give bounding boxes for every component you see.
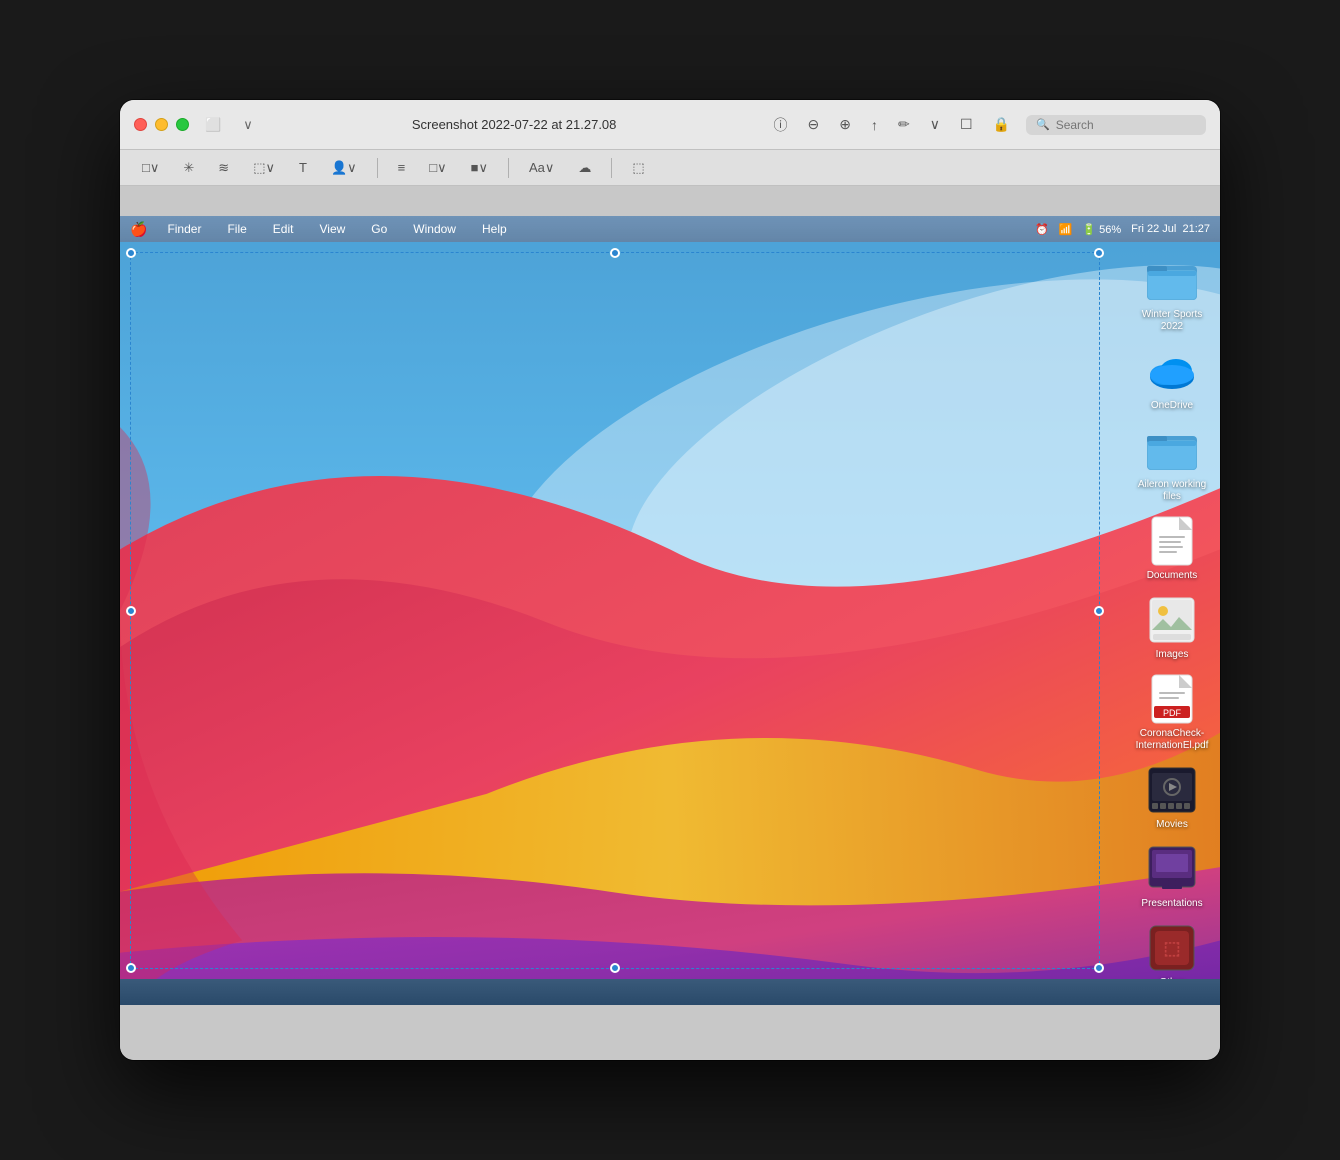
menubar-go[interactable]: Go bbox=[365, 220, 393, 238]
desktop-icon-movies[interactable]: Movies bbox=[1132, 760, 1212, 835]
magic-wand-button[interactable]: ✳ bbox=[175, 157, 202, 179]
share-icon[interactable]: ↑ bbox=[867, 113, 882, 137]
menubar-edit[interactable]: Edit bbox=[267, 220, 300, 238]
border-button[interactable]: □∨ bbox=[421, 157, 454, 179]
desktop-icon-coronacheck[interactable]: PDF CoronaCheck-InternationEl.pdf bbox=[1132, 669, 1212, 756]
mac-dock-bar bbox=[120, 979, 1220, 1005]
svg-text:⬚: ⬚ bbox=[1163, 938, 1180, 958]
rect-select-button[interactable]: □∨ bbox=[134, 157, 167, 179]
date-time: Fri 22 Jul 21:27 bbox=[1131, 223, 1210, 235]
align-button[interactable]: ≡ bbox=[390, 157, 414, 178]
battery-icon: 🔋 56% bbox=[1082, 223, 1121, 236]
search-icon: 🔍 bbox=[1036, 118, 1050, 131]
crop-button[interactable]: ⬚ bbox=[624, 157, 652, 179]
icon-label-movies: Movies bbox=[1156, 819, 1188, 831]
svg-text:PDF: PDF bbox=[1163, 708, 1182, 718]
person-button[interactable]: 👤∨ bbox=[323, 157, 365, 179]
cloud-icon-onedrive bbox=[1146, 345, 1198, 397]
title-bar: ⬜ ∨ Screenshot 2022-07-22 at 21.27.08 ⓘ … bbox=[120, 100, 1220, 150]
chevron-down-icon[interactable]: ∨ bbox=[237, 115, 259, 135]
window-icon[interactable]: ☐ bbox=[956, 112, 977, 137]
window-title: Screenshot 2022-07-22 at 21.27.08 bbox=[259, 117, 770, 132]
toolbar2: □∨ ✳ ≋ ⬚∨ T 👤∨ ≡ □∨ ■∨ Aa∨ ☁ ⬚ bbox=[120, 150, 1220, 186]
icon-label-documents: Documents bbox=[1147, 570, 1198, 582]
menubar-right: ⏰ 📶 🔋 56% Fri 22 Jul 21:27 bbox=[1035, 223, 1210, 236]
cloud-button[interactable]: ☁ bbox=[570, 157, 599, 179]
gray-area-top bbox=[120, 186, 1220, 216]
icon-label-onedrive: OneDrive bbox=[1151, 400, 1193, 412]
mac-wallpaper: Winter Sports 2022 OneDrive bbox=[120, 242, 1220, 979]
separator1 bbox=[377, 158, 378, 178]
desktop-container: 🍎 Finder File Edit View Go Window Help ⏰… bbox=[120, 216, 1220, 1005]
lock-icon[interactable]: 🔒 bbox=[989, 112, 1014, 137]
zoom-out-icon[interactable]: ⊖ bbox=[804, 112, 824, 137]
icon-label-presentations: Presentations bbox=[1141, 898, 1202, 910]
icon-label-other: Other bbox=[1159, 977, 1184, 979]
desktop-icon-winter-sports[interactable]: Winter Sports 2022 bbox=[1132, 250, 1212, 337]
folder-icon-aileron bbox=[1146, 424, 1198, 476]
movie-icon-movies bbox=[1146, 764, 1198, 816]
icon-label-coronacheck: CoronaCheck-InternationEl.pdf bbox=[1136, 728, 1209, 752]
mac-desktop: 🍎 Finder File Edit View Go Window Help ⏰… bbox=[120, 216, 1220, 1005]
desktop-icon-documents[interactable]: Documents bbox=[1132, 511, 1212, 586]
menubar-finder[interactable]: Finder bbox=[161, 220, 207, 238]
wifi-icon: 📶 bbox=[1059, 223, 1073, 236]
bottom-gray-area bbox=[120, 1005, 1220, 1060]
menubar-file[interactable]: File bbox=[221, 220, 252, 238]
fill-button[interactable]: ■∨ bbox=[463, 157, 496, 179]
toolbar-right: ⓘ ⊖ ⊕ ↑ ✏ ∨ ☐ 🔒 🔍 bbox=[770, 111, 1206, 139]
menubar-view[interactable]: View bbox=[313, 220, 351, 238]
desktop-icon-aileron[interactable]: Aileron working files bbox=[1132, 420, 1212, 507]
text-button[interactable]: T bbox=[291, 157, 315, 178]
apple-menu[interactable]: 🍎 bbox=[130, 221, 147, 238]
mac-window: ⬜ ∨ Screenshot 2022-07-22 at 21.27.08 ⓘ … bbox=[120, 100, 1220, 1060]
photo-icon-images bbox=[1146, 594, 1198, 646]
traffic-lights bbox=[134, 118, 189, 131]
clock-icon: ⏰ bbox=[1035, 223, 1049, 236]
separator2 bbox=[508, 158, 509, 178]
desktop-icon-images[interactable]: Images bbox=[1132, 590, 1212, 665]
presentation-icon bbox=[1146, 843, 1198, 895]
lasso-button[interactable]: ≋ bbox=[210, 157, 237, 179]
search-input[interactable] bbox=[1056, 118, 1196, 132]
sidebar-toggle-button[interactable]: ⬜ bbox=[199, 115, 227, 135]
desktop-icon-other[interactable]: ⬚ Other bbox=[1132, 918, 1212, 979]
info-icon[interactable]: ⓘ bbox=[770, 111, 792, 139]
desktop-icon-presentations[interactable]: Presentations bbox=[1132, 839, 1212, 914]
close-button[interactable] bbox=[134, 118, 147, 131]
desktop-icon-onedrive[interactable]: OneDrive bbox=[1132, 341, 1212, 416]
menubar-window[interactable]: Window bbox=[407, 220, 462, 238]
doc-icon-documents bbox=[1146, 515, 1198, 567]
desktop-icons: Winter Sports 2022 OneDrive bbox=[1132, 250, 1212, 979]
icon-label-winter-sports: Winter Sports 2022 bbox=[1136, 309, 1208, 333]
search-bar[interactable]: 🔍 bbox=[1026, 115, 1206, 135]
separator3 bbox=[611, 158, 612, 178]
icon-label-aileron: Aileron working files bbox=[1136, 479, 1208, 503]
folder-icon-winter-sports bbox=[1146, 254, 1198, 306]
zoom-in-icon[interactable]: ⊕ bbox=[835, 112, 855, 137]
pen-icon[interactable]: ✏ bbox=[894, 112, 914, 137]
pdf-icon-coronacheck: PDF bbox=[1146, 673, 1198, 725]
mac-menubar: 🍎 Finder File Edit View Go Window Help ⏰… bbox=[120, 216, 1220, 242]
select-all-button[interactable]: ⬚∨ bbox=[245, 157, 283, 179]
font-button[interactable]: Aa∨ bbox=[521, 157, 562, 179]
icon-label-images: Images bbox=[1156, 649, 1189, 661]
minimize-button[interactable] bbox=[155, 118, 168, 131]
maximize-button[interactable] bbox=[176, 118, 189, 131]
menubar-help[interactable]: Help bbox=[476, 220, 513, 238]
other-icon: ⬚ bbox=[1146, 922, 1198, 974]
chevron-down-icon2[interactable]: ∨ bbox=[926, 112, 944, 137]
